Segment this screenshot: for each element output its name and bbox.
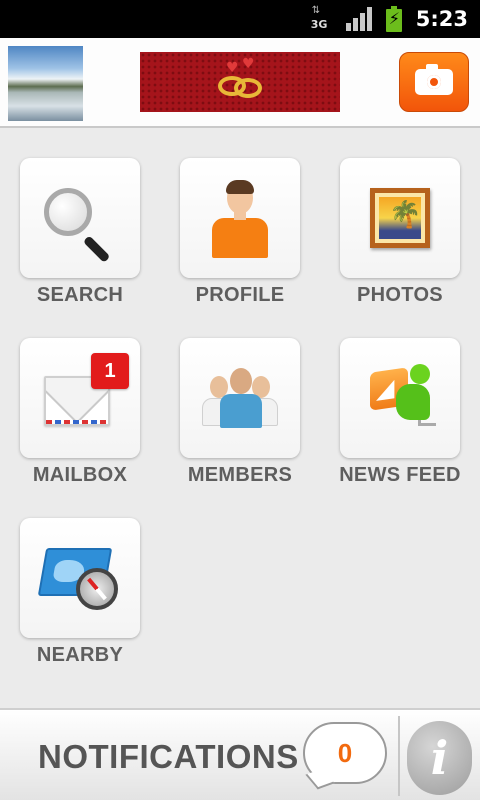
bar-divider [398,716,400,796]
bottom-bar: NOTIFICATIONS 0 i [0,708,480,800]
menu-label-news-feed: NEWS FEED [339,464,461,486]
menu-item-mailbox[interactable]: 1 MAILBOX [20,338,140,487]
menu-item-news-feed[interactable]: NEWS FEED [339,338,460,487]
info-icon: i [430,731,449,785]
people-group-icon [202,368,278,428]
menu-label-search: SEARCH [36,284,124,306]
camera-button[interactable] [399,52,469,112]
menu-label-profile: PROFILE [195,284,285,306]
magnifier-icon [44,188,114,263]
status-bar: ⇅ 3G ⚡ 5:23 [0,0,480,38]
network-label: 3G [310,18,328,31]
menu-label-members: MEMBERS [187,464,293,486]
menu-item-photos[interactable]: 🌴 PHOTOS [340,158,460,307]
search-tile[interactable] [20,158,140,278]
compass-icon [76,568,118,610]
user-avatar[interactable] [8,46,83,121]
unread-count-badge: 1 [91,353,129,389]
app-header: ♥ ♥ [0,38,480,128]
camera-icon [415,64,453,95]
banner-ad[interactable]: ♥ ♥ [140,52,340,112]
menu-label-nearby: NEARBY [36,644,124,666]
profile-tile[interactable] [180,158,300,278]
menu-item-members[interactable]: MEMBERS [180,338,300,487]
menu-item-search[interactable]: SEARCH [20,158,140,307]
person-icon [210,180,270,258]
photos-tile[interactable]: 🌴 [340,158,460,278]
nearby-tile[interactable] [20,518,140,638]
menu-label-photos: PHOTOS [357,284,443,306]
mailbox-tile[interactable]: 1 [20,338,140,458]
notifications-count: 0 [337,737,353,768]
members-tile[interactable] [180,338,300,458]
network-3g-icon: ⇅ 3G [310,5,328,32]
menu-label-mailbox: MAILBOX [32,464,128,486]
status-time: 5:23 [415,7,468,31]
rss-reader-icon [366,362,440,432]
battery-charging-icon: ⚡ [385,6,402,32]
framed-photo-icon: 🌴 [370,188,430,248]
signal-strength-icon [345,7,372,31]
info-button[interactable]: i [407,721,472,795]
wedding-rings-icon: ♥ ♥ [212,56,268,104]
notifications-count-bubble[interactable]: 0 [303,722,387,790]
news-feed-tile[interactable] [340,338,460,458]
notifications-button[interactable]: NOTIFICATIONS [38,738,299,776]
menu-item-nearby[interactable]: NEARBY [20,518,140,667]
menu-item-profile[interactable]: PROFILE [180,158,300,307]
